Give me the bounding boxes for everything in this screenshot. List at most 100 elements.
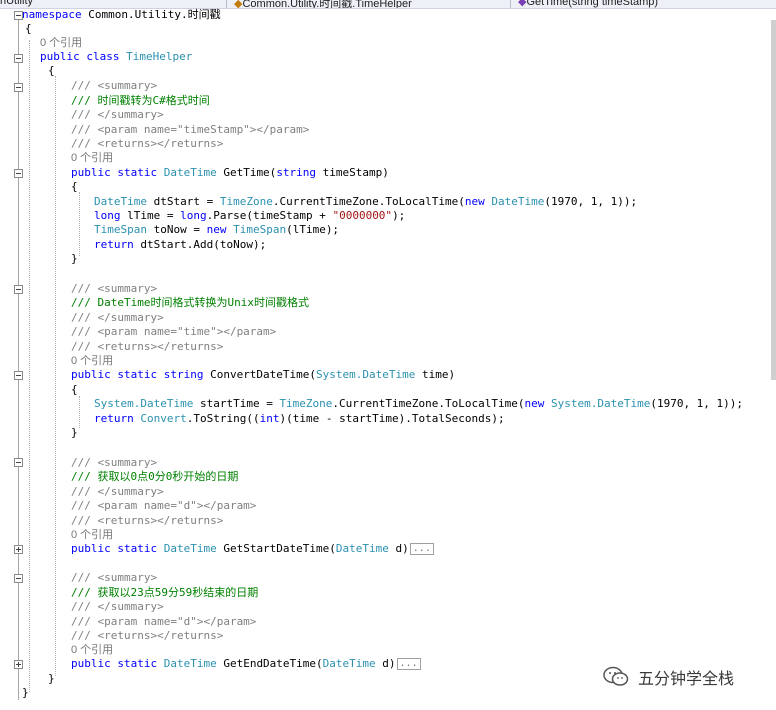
type-name: DateTime: [163, 542, 217, 555]
code-line: TimeSpan toNow = new TimeSpan(lTime);: [94, 223, 339, 237]
collapse-method-icon[interactable]: [14, 169, 23, 178]
type-name: System.DateTime: [94, 397, 194, 410]
collapsed-block-button[interactable]: ...: [396, 658, 421, 670]
type-name: DateTime: [335, 542, 389, 555]
type-name: TimeSpan: [226, 223, 287, 236]
type-name: System.DateTime: [316, 368, 416, 381]
code-line: {: [48, 64, 55, 77]
collapse-summary-icon[interactable]: [14, 285, 23, 294]
vertical-scrollbar[interactable]: [771, 20, 776, 380]
namespace-name: Common.Utility.时间戳: [81, 8, 221, 21]
code-line: return dtStart.Add(toNow);: [94, 238, 266, 252]
code-line: }: [71, 252, 78, 265]
code-text: (1970, 1, 1));: [544, 195, 638, 208]
keyword: public static string: [71, 368, 204, 381]
doc-comment: /// 获取以23点59分59秒结束的日期: [71, 586, 259, 599]
class-name: TimeHelper: [126, 50, 193, 63]
code-text: );: [392, 209, 406, 222]
tab-class-navigator[interactable]: ◆Common.Utility.时间戳.TimeHelper: [234, 0, 412, 8]
doc-comment: /// <returns></returns>: [71, 514, 224, 527]
collapse-summary-icon[interactable]: [14, 574, 23, 583]
tab-class-label: Common.Utility.时间戳.TimeHelper: [242, 0, 412, 9]
doc-comment: /// </summary>: [71, 311, 164, 324]
keyword: namespace: [22, 8, 82, 21]
doc-comment: /// <param name="timeStamp"></param>: [71, 123, 310, 136]
code-line: namespace Common.Utility.时间戳: [22, 8, 221, 22]
code-text: .Parse(timeStamp +: [206, 209, 333, 222]
tab-project[interactable]: nUtility: [0, 0, 33, 8]
type-name: DateTime: [322, 657, 376, 670]
expand-method-icon[interactable]: [14, 545, 23, 554]
keyword: new: [524, 397, 545, 410]
code-text: .CurrentTimeZone.ToLocalTime(: [332, 397, 525, 410]
reference-count-link[interactable]: 0 个引用: [71, 528, 113, 542]
collapse-method-icon[interactable]: [14, 371, 23, 380]
string-literal: "0000000": [332, 209, 393, 222]
keyword: return: [94, 238, 134, 251]
code-text: (lTime);: [286, 223, 340, 236]
reference-count-link[interactable]: 0 个引用: [71, 643, 113, 657]
type-name: TimeSpan: [94, 223, 147, 236]
reference-count-link[interactable]: 0 个引用: [71, 151, 113, 165]
code-text: startTime =: [193, 397, 280, 410]
doc-comment: /// 时间戳转为C#格式时间: [71, 94, 210, 107]
keyword: public static: [71, 657, 164, 670]
method-name: ConvertDateTime(: [203, 368, 317, 381]
code-text: toNow =: [146, 223, 207, 236]
keyword: new: [206, 223, 227, 236]
doc-comment: /// <param name="d"></param>: [71, 499, 257, 512]
code-line: }: [71, 426, 78, 439]
code-line: {: [25, 22, 32, 35]
expand-method-icon[interactable]: [14, 660, 23, 669]
doc-comment: /// <param name="d"></param>: [71, 615, 257, 628]
method-signature: public static DateTime GetEndDateTime(Da…: [71, 657, 421, 671]
collapse-summary-icon[interactable]: [14, 458, 23, 467]
wechat-icon: [603, 666, 629, 686]
doc-comment: /// <summary>: [71, 282, 158, 295]
code-text: dtStart =: [146, 195, 220, 208]
outline-margin: [18, 12, 19, 700]
type-name: DateTime: [484, 195, 545, 208]
watermark-text: 五分钟学全栈: [638, 669, 735, 688]
tab-divider: [226, 0, 227, 8]
collapse-summary-icon[interactable]: [14, 83, 23, 92]
method-name: GetTime(: [216, 166, 277, 179]
doc-comment: /// <returns></returns>: [71, 629, 224, 642]
type-name: DateTime: [163, 657, 217, 670]
doc-comment: /// <summary>: [71, 456, 158, 469]
code-text: .CurrentTimeZone.ToLocalTime(: [272, 195, 465, 208]
collapsed-block-button[interactable]: ...: [409, 543, 434, 555]
type-name: System.DateTime: [544, 397, 651, 410]
parameter: d): [375, 657, 396, 670]
reference-count-link[interactable]: 0 个引用: [40, 36, 82, 50]
indent-guide: [55, 76, 56, 676]
code-text: .ToString((: [186, 412, 260, 425]
method-signature: public static DateTime GetTime(string ti…: [71, 166, 389, 180]
code-line: }: [22, 686, 29, 699]
code-line: }: [48, 672, 55, 685]
type-name: DateTime: [94, 195, 147, 208]
tab-divider: [510, 0, 511, 8]
method-name: GetEndDateTime(: [216, 657, 323, 670]
tab-member-navigator[interactable]: ◆GetTime(string timeStamp): [518, 0, 658, 8]
type-name: Convert: [133, 412, 187, 425]
code-line: DateTime dtStart = TimeZone.CurrentTimeZ…: [94, 195, 637, 209]
code-line: System.DateTime startTime = TimeZone.Cur…: [94, 397, 743, 411]
code-line: {: [71, 180, 78, 193]
parameter: timeStamp): [316, 166, 389, 179]
keyword: public static: [71, 542, 164, 555]
code-line: return Convert.ToString((int)(time - sta…: [94, 412, 505, 426]
tab-member-label: GetTime(string timeStamp): [526, 0, 659, 8]
type-name: DateTime: [163, 166, 217, 179]
code-line: public class TimeHelper: [40, 50, 192, 64]
code-text: lTime =: [120, 209, 181, 222]
reference-count-link[interactable]: 0 个引用: [71, 354, 113, 368]
doc-comment: /// </summary>: [71, 600, 164, 613]
collapse-class-icon[interactable]: [14, 54, 23, 63]
doc-comment: /// <param name="time"></param>: [71, 325, 277, 338]
indent-guide: [79, 396, 80, 428]
type-name: TimeZone: [279, 397, 333, 410]
doc-comment: /// </summary>: [71, 485, 164, 498]
code-line: long lTime = long.Parse(timeStamp + "000…: [94, 209, 405, 223]
keyword: long: [180, 209, 207, 222]
